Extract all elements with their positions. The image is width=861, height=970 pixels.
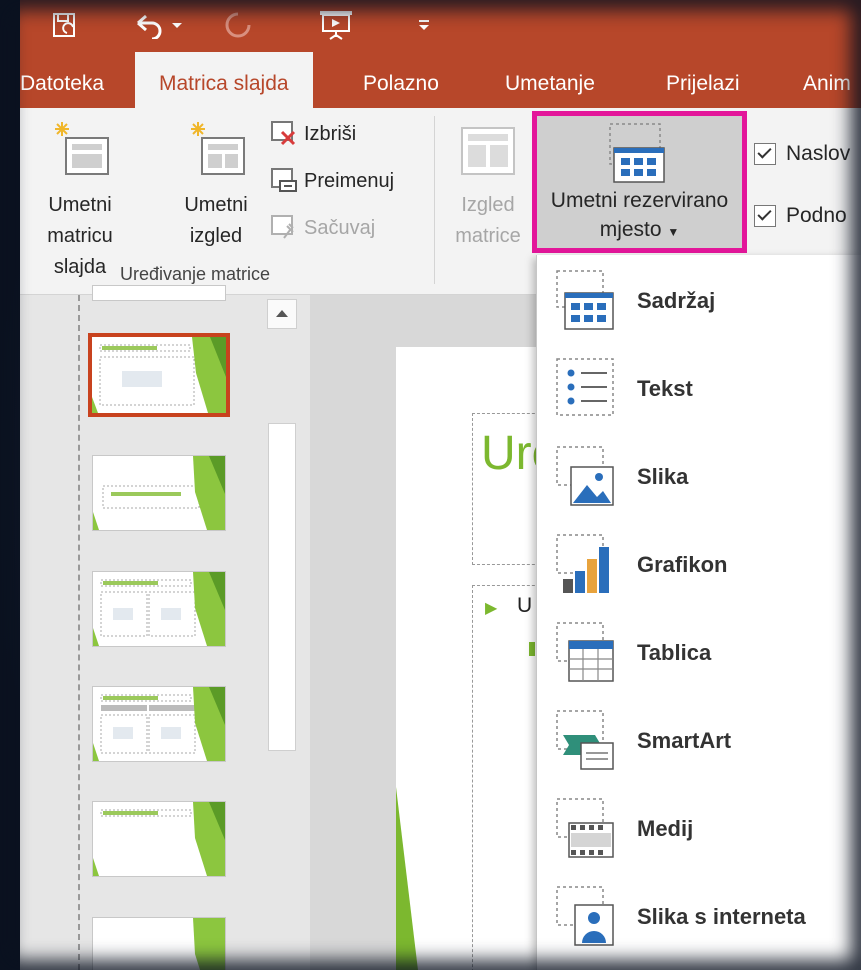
insert-layout-button[interactable]: Umetni izgled	[170, 118, 262, 252]
menu-item-chart[interactable]: Grafikon	[537, 521, 861, 609]
menu-item-smartart-label: SmartArt	[637, 728, 732, 753]
sub-bullet-icon	[529, 642, 535, 656]
delete-button[interactable]: Izbriši	[270, 120, 356, 148]
menu-item-media[interactable]: Medij	[537, 785, 861, 873]
screenshot-frame: Datoteka Matrica slajda Polazno Umetanje…	[0, 0, 861, 970]
master-layout-label-2: matrice	[455, 225, 521, 247]
footer-checkbox-box[interactable]	[754, 205, 776, 227]
dropdown-arrow-icon: ▼	[667, 225, 680, 239]
slide-thumbnail-pane	[20, 285, 310, 970]
undo-icon[interactable]	[128, 8, 188, 42]
insert-layout-label-2: izgled	[189, 225, 243, 247]
menu-item-online-picture-label: Slika s interneta	[637, 904, 806, 929]
tab-animations[interactable]: Anim	[803, 52, 851, 108]
footer-checkbox-label: Podno	[786, 204, 847, 227]
menu-item-media-label: Medij	[637, 816, 694, 841]
scroll-thumb[interactable]	[268, 423, 296, 751]
tab-home[interactable]: Polazno	[363, 52, 439, 108]
footer-checkbox[interactable]: Podno	[754, 204, 847, 228]
slide-thumbnail[interactable]	[92, 455, 226, 531]
insert-placeholder-icon	[608, 123, 665, 183]
insert-placeholder-button[interactable]: Umetni rezervirano mjesto ▼	[532, 111, 747, 253]
tab-file[interactable]: Datoteka	[20, 52, 104, 108]
menu-item-text-label: Tekst	[637, 376, 693, 401]
bullet-arrow-icon: ▶	[485, 600, 498, 617]
customize-qat-icon[interactable]	[413, 8, 435, 42]
redo-icon[interactable]	[220, 8, 256, 42]
master-layout-label-1: Izgled	[461, 194, 515, 216]
menu-item-table-label: Tablica	[637, 640, 712, 665]
insert-placeholder-label-2-row: mjesto ▼	[537, 216, 742, 246]
insert-slide-master-icon	[55, 122, 109, 175]
insert-placeholder-menu: Sadržaj Tekst Slika Grafikon Tablica Sma…	[536, 255, 861, 970]
slide-thumbnail-selected[interactable]	[88, 333, 230, 417]
tab-slide-master[interactable]: Matrica slajda	[135, 52, 313, 108]
slide-bullet-text: U	[517, 594, 533, 617]
title-checkbox-box[interactable]	[754, 143, 776, 165]
slide-thumbnail[interactable]	[92, 801, 226, 877]
tab-transitions[interactable]: Prijelazi	[666, 52, 740, 108]
master-layout-icon	[461, 127, 515, 175]
powerpoint-window: Datoteka Matrica slajda Polazno Umetanje…	[20, 0, 861, 970]
menu-item-content[interactable]: Sadržaj	[537, 257, 861, 345]
slide-thumbnail[interactable]	[92, 571, 226, 647]
picture-placeholder-icon	[556, 446, 614, 506]
slide-thumbnail[interactable]	[92, 285, 226, 301]
tab-insert[interactable]: Umetanje	[505, 52, 595, 108]
online-picture-placeholder-icon	[556, 886, 614, 946]
title-checkbox-label: Naslov	[786, 142, 851, 165]
media-placeholder-icon	[556, 798, 614, 858]
group-separator	[434, 116, 435, 284]
title-bar	[20, 0, 861, 52]
table-placeholder-icon	[556, 622, 614, 682]
menu-item-smartart[interactable]: SmartArt	[537, 697, 861, 785]
delete-label: Izbriši	[304, 122, 357, 145]
rename-button[interactable]: Preimenuj	[270, 167, 394, 195]
title-checkbox[interactable]: Naslov	[754, 142, 850, 166]
save-icon[interactable]	[48, 8, 82, 42]
menu-item-table[interactable]: Tablica	[537, 609, 861, 697]
ribbon-tabs: Datoteka Matrica slajda Polazno Umetanje…	[20, 52, 861, 108]
menu-item-online-picture[interactable]: Slika s interneta	[537, 873, 861, 961]
content-placeholder-icon	[556, 270, 614, 330]
insert-slide-master-button[interactable]: Umetni matricu slajda	[20, 118, 140, 283]
chart-placeholder-icon	[556, 534, 609, 593]
insert-slide-master-label-1: Umetni	[48, 194, 112, 216]
insert-placeholder-label-1: Umetni rezervirano	[550, 189, 729, 212]
menu-item-picture[interactable]: Slika	[537, 433, 861, 521]
chevron-up-icon	[276, 310, 288, 317]
insert-layout-label-1: Umetni	[184, 194, 248, 216]
preserve-label: Sačuvaj	[304, 216, 376, 239]
slide-thumbnail[interactable]	[92, 917, 226, 970]
rename-icon	[271, 168, 297, 192]
slide-thumbnail[interactable]	[92, 686, 226, 762]
slideshow-icon[interactable]	[316, 8, 356, 42]
preserve-button[interactable]: Sačuvaj	[270, 214, 375, 242]
master-layout-button[interactable]: Izgled matrice	[445, 124, 531, 252]
master-layout-connector	[78, 295, 80, 970]
menu-item-text[interactable]: Tekst	[537, 345, 861, 433]
delete-icon	[271, 121, 296, 146]
edit-master-group-label: Uređivanje matrice	[120, 264, 271, 284]
thumbnail-scrollbar[interactable]	[267, 295, 297, 970]
insert-layout-icon	[191, 122, 245, 175]
menu-item-picture-label: Slika	[637, 464, 689, 489]
pin-icon	[271, 215, 294, 239]
smartart-placeholder-icon	[556, 710, 614, 770]
menu-item-content-label: Sadržaj	[637, 288, 716, 313]
rename-label: Preimenuj	[304, 169, 395, 192]
text-placeholder-icon	[556, 358, 614, 416]
menu-item-chart-label: Grafikon	[637, 552, 728, 577]
scroll-up-button[interactable]	[267, 299, 297, 329]
insert-placeholder-label-2: mjesto	[599, 218, 662, 241]
slide-green-shape	[396, 787, 418, 970]
